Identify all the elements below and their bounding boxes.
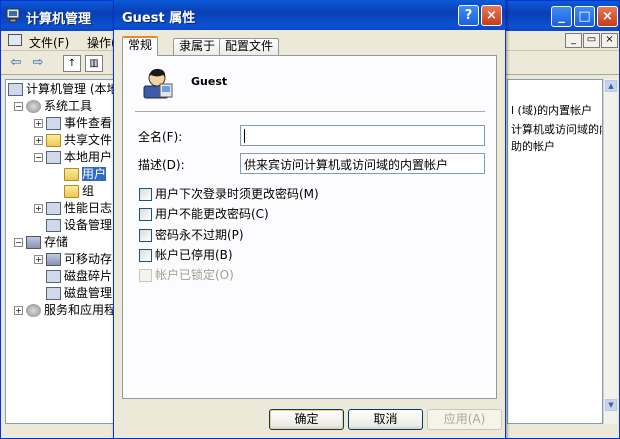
- computer-icon: [8, 83, 23, 96]
- child-minimize-button[interactable]: _: [565, 33, 582, 48]
- maximize-button[interactable]: □: [574, 6, 595, 27]
- event-viewer-icon: [46, 117, 61, 130]
- expand-icon[interactable]: +: [34, 255, 43, 264]
- folder-icon: [64, 185, 79, 198]
- help-button[interactable]: ?: [458, 5, 479, 26]
- cannot-change-password-checkbox[interactable]: 用户不能更改密码(C): [139, 207, 269, 222]
- text-caret: [244, 128, 245, 143]
- tree-item[interactable]: + 共享文件: [34, 132, 112, 149]
- list-item[interactable]: 助的帐户: [511, 138, 555, 154]
- tree-item[interactable]: − 存储: [14, 234, 68, 251]
- guest-properties-dialog: Guest 属性 ? × 常规 隶属于 配置文件 Guest 全名(F): 描述…: [113, 0, 506, 439]
- users-icon: [46, 151, 61, 164]
- expand-icon[interactable]: +: [34, 119, 43, 128]
- tree-item[interactable]: 计算机管理 (本地: [8, 81, 116, 98]
- tree-item[interactable]: − 系统工具: [14, 98, 92, 115]
- separator: [135, 111, 485, 113]
- menu-file[interactable]: 文件(F): [29, 34, 69, 51]
- list-item[interactable]: l (域)的内置帐户: [511, 102, 592, 118]
- collapse-icon[interactable]: −: [14, 238, 23, 247]
- folder-icon: [64, 168, 79, 181]
- tree-item[interactable]: + 服务和应用程: [14, 302, 116, 319]
- list-item[interactable]: 计算机或访问域的内: [511, 121, 602, 137]
- checkbox-box[interactable]: [139, 229, 152, 242]
- dialog-title: Guest 属性: [122, 11, 196, 26]
- storage-icon: [26, 236, 41, 249]
- child-close-button[interactable]: ×: [601, 33, 618, 48]
- back-arrow-icon[interactable]: ⇦: [7, 55, 25, 72]
- general-tab-panel: Guest 全名(F): 描述(D): 供来宾访问计算机或访问域的内置帐户 用户…: [122, 55, 497, 399]
- apply-button: 应用(A): [427, 409, 502, 430]
- account-locked-checkbox: 帐户已锁定(O): [139, 268, 234, 283]
- collapse-icon[interactable]: −: [14, 102, 23, 111]
- checkbox-box[interactable]: [139, 249, 152, 262]
- computer-management-icon: [6, 8, 20, 23]
- tree-item[interactable]: + 事件查看: [34, 115, 112, 132]
- disk-icon: [46, 287, 61, 300]
- tree-item[interactable]: 磁盘碎片: [46, 268, 112, 285]
- fullname-label: 全名(F):: [138, 130, 183, 144]
- expand-icon[interactable]: +: [34, 204, 43, 213]
- show-hide-tree-icon[interactable]: ▥: [85, 55, 103, 72]
- details-pane: l (域)的内置帐户 计算机或访问域的内 助的帐户: [507, 79, 603, 424]
- tree-item-users-selected[interactable]: 用户: [64, 166, 107, 183]
- tab-profile[interactable]: 配置文件: [219, 38, 280, 55]
- system-menu-icon[interactable]: [8, 34, 22, 46]
- close-button[interactable]: ×: [597, 6, 618, 27]
- removable-icon: [46, 253, 61, 266]
- tree-item[interactable]: + 可移动存: [34, 251, 112, 268]
- ok-button[interactable]: 确定: [269, 409, 344, 430]
- description-input[interactable]: 供来宾访问计算机或访问域的内置帐户: [240, 153, 485, 174]
- folder-icon: [46, 134, 61, 147]
- scroll-down-icon[interactable]: ▼: [605, 399, 617, 411]
- menu-action[interactable]: 操作(: [87, 34, 116, 51]
- window-title: 计算机管理: [26, 12, 92, 27]
- tab-general[interactable]: 常规: [122, 36, 159, 56]
- password-never-expires-checkbox[interactable]: 密码永不过期(P): [139, 228, 244, 243]
- checkbox-box[interactable]: [139, 208, 152, 221]
- up-folder-icon[interactable]: ↑: [63, 55, 81, 72]
- defrag-icon: [46, 270, 61, 283]
- account-disabled-checkbox[interactable]: 帐户已停用(B): [139, 248, 233, 263]
- tab-member-of[interactable]: 隶属于: [173, 38, 222, 55]
- fullname-input[interactable]: [240, 125, 485, 146]
- console-tree: 计算机管理 (本地 − 系统工具 + 事件查看 + 共享文件 − 本地用户 用户 组 +…: [5, 79, 117, 424]
- device-icon: [46, 219, 61, 232]
- cancel-button[interactable]: 取消: [348, 409, 423, 430]
- checkbox-box: [139, 269, 152, 282]
- child-restore-button[interactable]: ▭: [583, 33, 600, 48]
- scroll-up-icon[interactable]: ▲: [605, 80, 617, 92]
- tree-item[interactable]: 磁盘管理: [46, 285, 112, 302]
- description-label: 描述(D):: [138, 158, 185, 172]
- expand-icon[interactable]: +: [14, 306, 23, 315]
- expand-icon[interactable]: +: [34, 136, 43, 145]
- dialog-title-bar[interactable]: Guest 属性 ? ×: [114, 0, 505, 30]
- performance-icon: [46, 202, 61, 215]
- tree-item[interactable]: + 性能日志: [34, 200, 112, 217]
- must-change-password-checkbox[interactable]: 用户下次登录时须更改密码(M): [139, 187, 319, 202]
- collapse-icon[interactable]: −: [34, 153, 43, 162]
- user-avatar-icon: [143, 68, 173, 99]
- tree-item[interactable]: − 本地用户: [34, 149, 112, 166]
- tree-item[interactable]: 设备管理: [46, 217, 112, 234]
- services-icon: [26, 304, 41, 317]
- tools-icon: [26, 100, 41, 113]
- vertical-scrollbar[interactable]: ▲ ▼: [603, 79, 617, 424]
- tree-item[interactable]: 组: [64, 183, 94, 200]
- dialog-close-button[interactable]: ×: [481, 5, 502, 26]
- forward-arrow-icon[interactable]: ⇨: [29, 55, 47, 72]
- minimize-button[interactable]: _: [551, 6, 572, 27]
- checkbox-box[interactable]: [139, 188, 152, 201]
- username-label: Guest: [191, 75, 228, 88]
